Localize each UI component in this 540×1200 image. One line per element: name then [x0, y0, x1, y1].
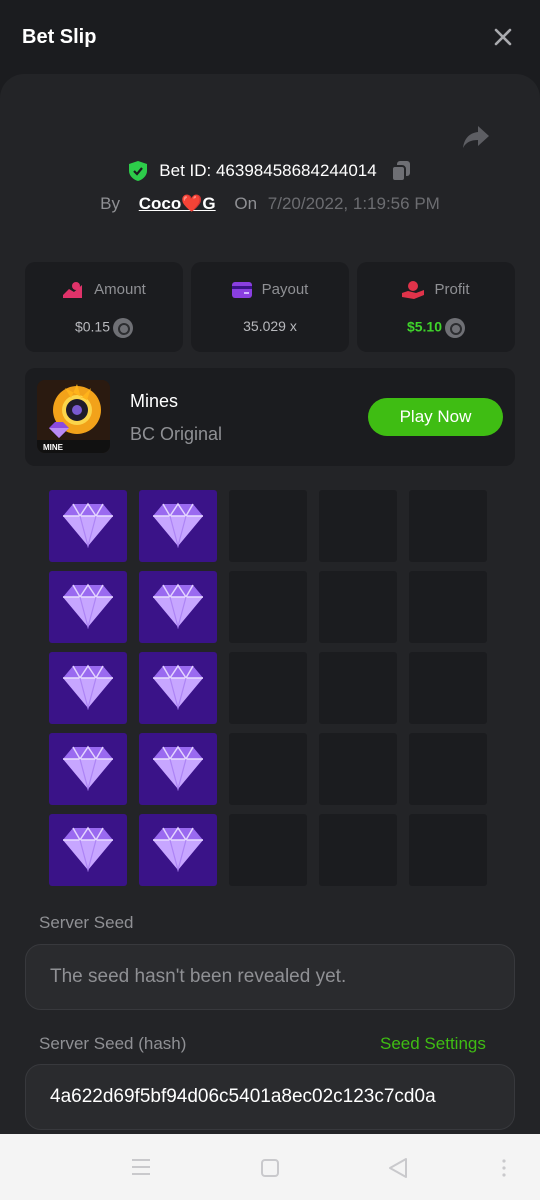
payout-card: Payout 35.029 x	[191, 262, 349, 352]
coin-icon	[445, 318, 466, 338]
grid-tile-hidden	[229, 490, 307, 562]
grid-tile-gem	[49, 571, 127, 643]
header: Bet Slip	[0, 0, 540, 74]
gem-icon	[153, 583, 203, 629]
more-options-icon[interactable]	[500, 1158, 508, 1183]
amount-icon	[63, 282, 83, 299]
amount-card: Amount $0.15	[25, 262, 183, 352]
play-now-button[interactable]: Play Now	[368, 398, 503, 436]
wallet-icon	[231, 282, 252, 299]
on-label: On	[234, 194, 258, 213]
grid-tile-gem	[49, 652, 127, 724]
grid-tile-hidden	[229, 814, 307, 886]
payout-label: Payout	[261, 281, 309, 298]
server-seed-hash-field[interactable]: 4a622d69f5bf94d06c5401a8ec02c123c7cd0a	[25, 1064, 515, 1130]
thumb-text: MINE	[43, 443, 64, 452]
page-title: Bet Slip	[22, 26, 97, 48]
back-icon[interactable]	[387, 1157, 409, 1184]
grid-tile-gem	[49, 814, 127, 886]
username-link[interactable]: Coco❤️G	[139, 194, 216, 213]
bet-slip-panel: Bet ID: 46398458684244014 By Coco❤️G On …	[0, 74, 540, 1134]
home-icon[interactable]	[260, 1158, 280, 1183]
grid-tile-hidden	[229, 733, 307, 805]
gem-icon	[63, 583, 113, 629]
game-name: Mines	[130, 391, 179, 411]
grid-tile-hidden	[229, 571, 307, 643]
profit-value: $5.10	[406, 318, 443, 335]
mines-grid	[49, 490, 489, 890]
coin-icon	[113, 318, 134, 338]
shield-check-icon	[128, 161, 147, 181]
profit-card: Profit $5.10	[357, 262, 515, 352]
amount-value: $0.15	[74, 318, 111, 335]
profit-hand-icon	[402, 281, 425, 300]
grid-tile-hidden	[229, 652, 307, 724]
grid-tile-hidden	[319, 571, 397, 643]
system-navigation-bar	[0, 1134, 540, 1200]
payout-value: 35.029 x	[243, 318, 297, 334]
mines-game-thumbnail: MINE	[37, 380, 110, 453]
grid-tile-hidden	[409, 652, 487, 724]
grid-tile-gem	[139, 652, 217, 724]
game-subtitle: BC Original	[130, 424, 223, 444]
bet-id-row: Bet ID: 46398458684244014	[0, 160, 540, 186]
gem-icon	[63, 664, 113, 710]
profit-label: Profit	[434, 281, 470, 298]
close-icon[interactable]	[490, 24, 516, 50]
gem-icon	[153, 826, 203, 872]
grid-tile-hidden	[409, 571, 487, 643]
by-label: By	[100, 194, 121, 213]
menu-icon[interactable]	[130, 1158, 152, 1181]
grid-tile-gem	[139, 733, 217, 805]
grid-tile-gem	[49, 490, 127, 562]
grid-tile-hidden	[319, 490, 397, 562]
copy-icon[interactable]	[391, 160, 411, 182]
server-seed-label: Server Seed	[39, 913, 134, 932]
seed-settings-link[interactable]: Seed Settings	[380, 1034, 486, 1054]
amount-label: Amount	[94, 281, 146, 298]
bet-author-row: By Coco❤️G On 7/20/2022, 1:19:56 PM	[0, 194, 540, 214]
grid-tile-gem	[139, 814, 217, 886]
game-card: MINE Mines BC Original Play Now	[25, 368, 515, 466]
bet-stats: Amount $0.15 Payout 35.029 x Profit $5.1…	[25, 262, 515, 354]
grid-tile-hidden	[409, 490, 487, 562]
grid-tile-gem	[139, 571, 217, 643]
grid-tile-gem	[139, 490, 217, 562]
server-seed-hash-label: Server Seed (hash)	[39, 1034, 187, 1053]
share-icon[interactable]	[462, 124, 490, 150]
grid-tile-hidden	[319, 652, 397, 724]
bet-date: 7/20/2022, 1:19:56 PM	[267, 194, 440, 213]
gem-icon	[63, 745, 113, 791]
grid-tile-hidden	[409, 814, 487, 886]
bet-id-text: Bet ID: 46398458684244014	[159, 161, 377, 180]
grid-tile-gem	[49, 733, 127, 805]
gem-icon	[153, 664, 203, 710]
gem-icon	[63, 826, 113, 872]
gem-icon	[153, 745, 203, 791]
gem-icon	[63, 502, 113, 548]
gem-icon	[153, 502, 203, 548]
server-seed-field: The seed hasn't been revealed yet.	[25, 944, 515, 1010]
grid-tile-hidden	[319, 733, 397, 805]
grid-tile-hidden	[319, 814, 397, 886]
grid-tile-hidden	[409, 733, 487, 805]
